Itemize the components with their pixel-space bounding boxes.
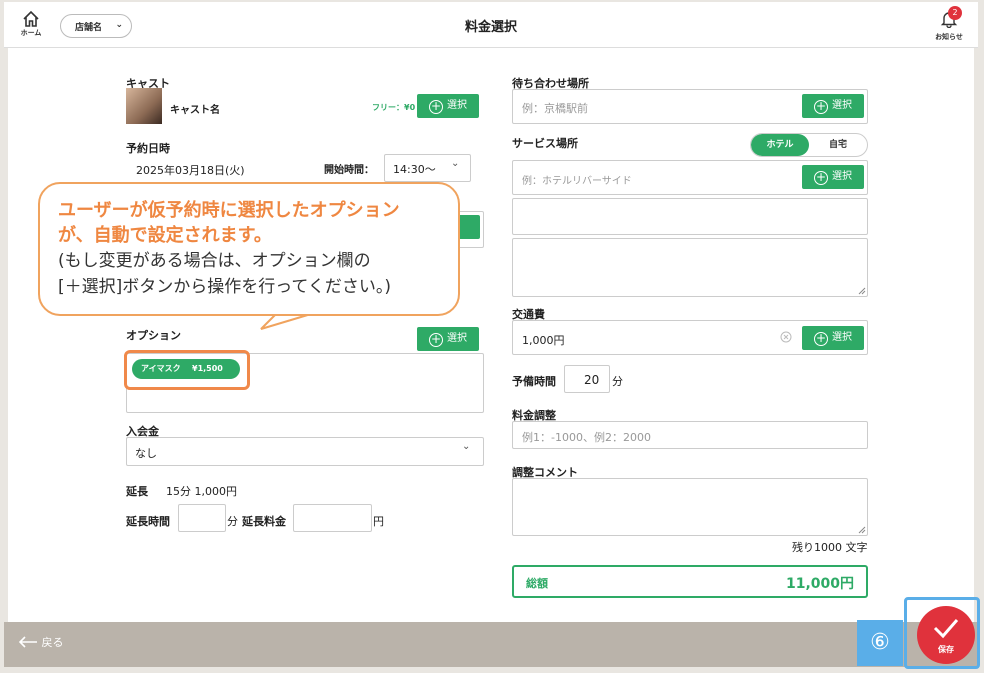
plus-circle-icon: + [429,99,443,114]
extension-fee-input[interactable] [293,504,372,532]
step-number-badge: ⑥ [857,620,903,666]
resize-grip-icon[interactable] [856,524,866,534]
notification-badge: 2 [948,6,962,20]
extension-label: 延長 [126,485,148,498]
plus-circle-icon: + [814,170,828,185]
save-label: 保存 [938,645,954,654]
plus-circle-icon: + [429,332,443,347]
service-select-button[interactable]: + 選択 [802,165,864,189]
resize-grip-icon[interactable] [856,285,866,295]
notification-button[interactable]: 2 お知らせ [934,6,964,42]
footer-bar: 戻る [4,622,978,667]
membership-value: なし [135,447,157,460]
arrow-left-icon [18,636,37,648]
option-chip[interactable]: アイマスク ¥1,500 [132,359,240,379]
meeting-select-label: 選択 [832,100,852,111]
save-button[interactable]: 保存 [917,606,975,664]
callout-line-3: (もし変更がある場合は、オプション欄の [58,251,371,271]
service-toggle[interactable]: ホテル 自宅 [750,133,868,157]
adjust-placeholder: 例1：-1000、例2：2000 [522,431,651,444]
start-time-value: 14:30〜 [393,163,436,176]
service-label: サービス場所 [512,137,578,150]
comment-textarea[interactable] [512,478,868,536]
plus-circle-icon: + [814,331,828,346]
callout-annotation: ユーザーが仮予約時に選択したオプション が、自動で設定されます。 (もし変更があ… [38,182,460,316]
service-select-label: 選択 [832,171,852,182]
extension-time-label: 延長時間 [126,515,170,528]
callout-line-4: [＋選択]ボタンから操作を行ってください。) [58,277,392,297]
transport-select-label: 選択 [832,332,852,343]
spare-time-unit: 分 [612,375,623,388]
cast-select-button[interactable]: + 選択 [417,94,479,118]
extension-value: 15分 1,000円 [166,485,237,498]
notification-label: お知らせ [935,33,963,41]
total-box: 総額 11,000円 [512,565,868,598]
total-value: 11,000円 [785,576,854,592]
transport-select-button[interactable]: + 選択 [802,326,864,350]
cast-select-label: 選択 [447,100,467,111]
extension-fee-label: 延長料金 [242,515,286,528]
service-detail-textarea[interactable] [512,238,868,297]
toggle-home[interactable]: 自宅 [809,134,867,156]
option-select-button[interactable]: + 選択 [417,327,479,351]
meeting-select-button[interactable]: + 選択 [802,94,864,118]
extension-time-unit: 分 [227,515,238,528]
remaining-characters: 残り1000 文字 [792,541,868,554]
cast-avatar [126,88,162,124]
option-label: オプション [126,329,181,342]
callout-line-2: が、自動で設定されます。 [58,225,272,246]
cast-name: キャスト名 [170,105,220,116]
toggle-hotel[interactable]: ホテル [751,134,809,156]
extension-time-input[interactable] [178,504,226,532]
clear-icon[interactable] [780,331,792,343]
total-label: 総額 [526,577,548,590]
reserve-label: 予約日時 [126,142,170,155]
spare-time-value: 20 [584,373,600,387]
callout-line-1: ユーザーが仮予約時に選択したオプション [58,200,400,221]
service-place-placeholder: 例：ホテルリバーサイド [522,176,632,187]
spare-time-label: 予備時間 [512,375,556,388]
start-time-label: 開始時間： [324,165,374,176]
back-label: 戻る [41,636,64,649]
option-chip-price: ¥1,500 [192,364,223,373]
reserve-date: 2025年03月18日(火) [136,164,245,177]
service-address-input[interactable] [512,198,868,235]
check-icon [933,619,959,639]
plus-circle-icon: + [814,99,828,114]
membership-select[interactable] [126,437,484,466]
option-chip-name: アイマスク [141,364,181,373]
app-frame: ホーム 店舗名 ⌄ 料金選択 2 お知らせ キャスト キャスト名 フリー：¥0 … [0,0,984,673]
extension-fee-unit: 円 [373,515,384,528]
back-button[interactable]: 戻る [18,634,64,650]
chevron-down-icon: ⌄ [451,158,460,169]
meeting-placeholder: 例：京橋駅前 [522,102,588,115]
page-title: 料金選択 [464,20,517,35]
option-select-label: 選択 [447,333,467,344]
header-bar: ホーム 店舗名 ⌄ 料金選択 2 お知らせ [4,2,978,48]
transport-value: 1,000円 [522,334,565,347]
chevron-down-icon: ⌄ [462,441,471,452]
cast-free-price: フリー：¥0 [372,103,416,112]
